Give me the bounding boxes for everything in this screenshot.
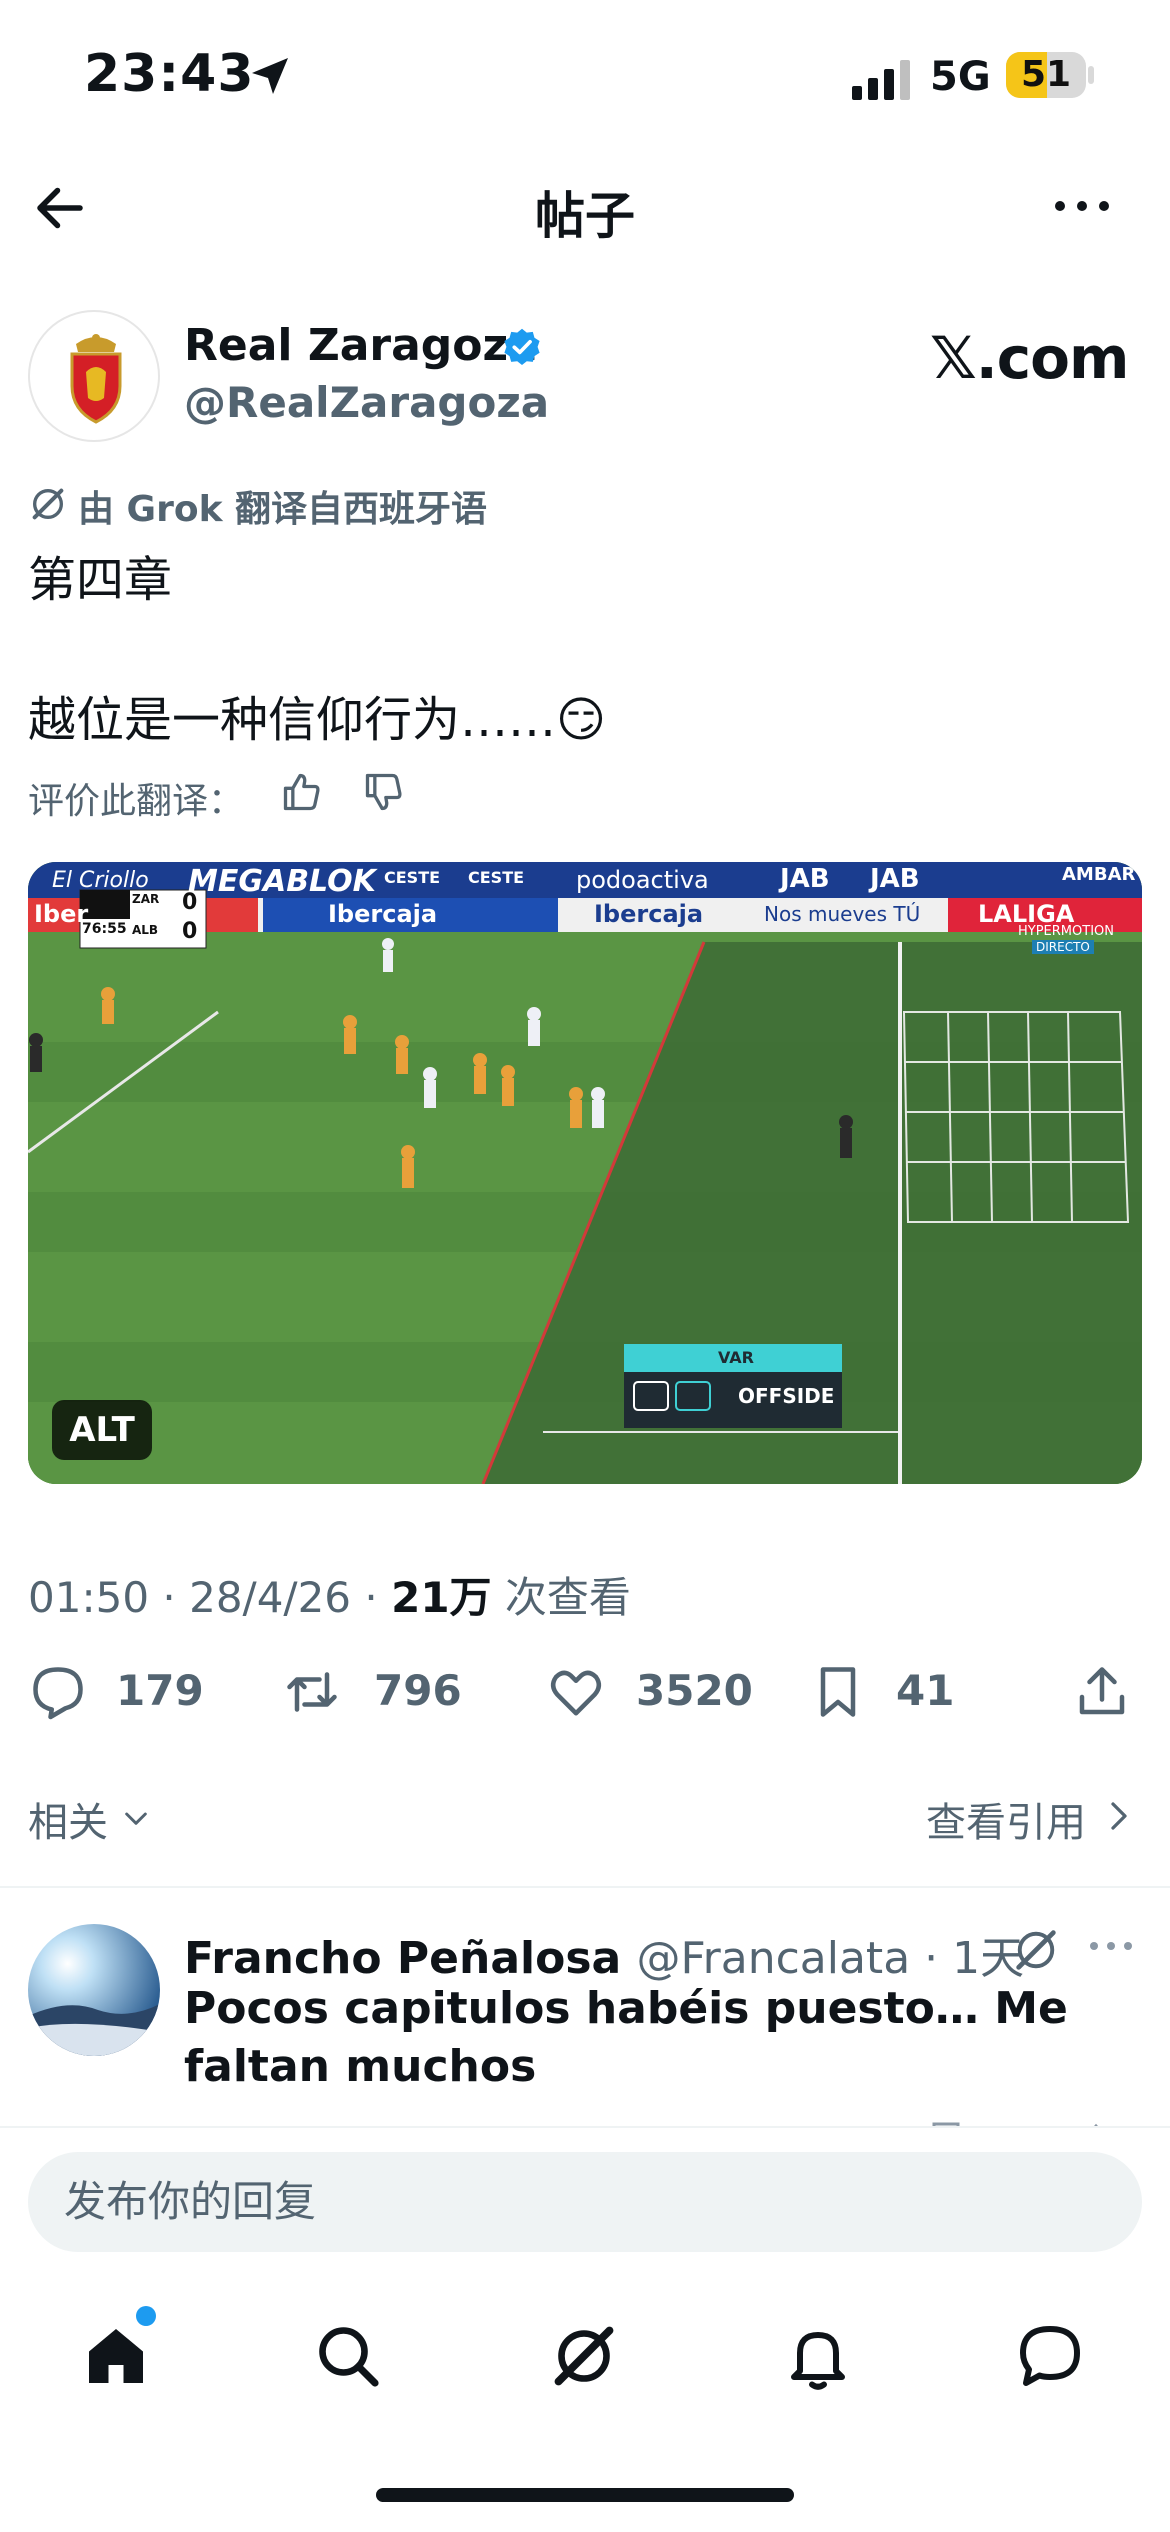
chevron-down-icon[interactable]: [120, 1802, 152, 1834]
bell-icon[interactable]: [782, 2320, 854, 2392]
battery-nub: [1088, 66, 1094, 84]
score-time: 76:55: [82, 921, 127, 937]
view-count: 21万: [391, 1573, 492, 1622]
var-title: VAR: [718, 1348, 754, 1367]
reply-avatar[interactable]: [28, 1924, 160, 2056]
score-away-team: ALB: [132, 923, 159, 937]
rate-translation-label: 评价此翻译：: [28, 781, 245, 822]
ad-board-6: JAB: [780, 864, 830, 894]
reply-more-icon[interactable]: [1088, 1938, 1134, 1954]
author-handle[interactable]: @RealZaragoza: [184, 378, 549, 427]
like-count: 3520: [636, 1666, 753, 1715]
score-away: 0: [182, 919, 198, 944]
reply-author-name[interactable]: Francho Peñalosa: [184, 1933, 621, 1984]
grok-icon[interactable]: [1010, 1924, 1062, 1976]
reply-input[interactable]: 发布你的回复: [28, 2152, 1142, 2252]
post-text-line-2: 越位是一种信仰行为……😏: [28, 692, 607, 748]
repost-count: 796: [374, 1666, 462, 1715]
grok-icon: [32, 488, 64, 520]
ad-board-lower-3: Ibercaja: [594, 900, 704, 928]
location-arrow-icon: [252, 58, 288, 94]
related-toggle[interactable]: 相关: [28, 1790, 108, 1848]
share-icon[interactable]: [1072, 1662, 1132, 1722]
club-crest-icon: [70, 334, 122, 424]
post-time: 01:50: [28, 1573, 150, 1622]
score-home: 0: [182, 890, 198, 915]
reply-count: 179: [116, 1666, 204, 1715]
view-suffix: 次查看: [504, 1573, 631, 1622]
grok-icon[interactable]: [548, 2320, 620, 2392]
ad-board-2: MEGABLOK: [188, 864, 376, 899]
x-com-label: 𝕏.com: [930, 324, 1129, 392]
verified-badge-icon: [504, 328, 540, 366]
translation-note[interactable]: 由 Grok 翻译自西班牙语: [78, 480, 487, 532]
ad-board-7: JAB: [870, 864, 920, 894]
post-image[interactable]: El Criollo MEGABLOK CESTE CESTE podoacti…: [28, 862, 1142, 1484]
bookmark-icon[interactable]: [808, 1662, 868, 1722]
thumbs-down-icon[interactable]: [362, 770, 406, 814]
post-meta: 01:50 · 28/4/26 · 21万 次查看: [28, 1573, 631, 1622]
home-indicator: [376, 2488, 794, 2502]
score-home-team: ZAR: [132, 892, 160, 906]
ad-board-lower-4: Nos mueves TÚ: [764, 902, 921, 926]
ad-board-3: CESTE: [384, 868, 441, 887]
network-type: 5G: [930, 54, 991, 100]
home-notification-dot: [136, 2306, 156, 2326]
search-icon[interactable]: [312, 2320, 384, 2392]
var-decision: OFFSIDE: [738, 1384, 835, 1408]
author-avatar[interactable]: [28, 310, 160, 442]
like-icon[interactable]: [546, 1662, 606, 1722]
author-name[interactable]: Real Zaragoza: [184, 320, 538, 371]
repost-icon[interactable]: [282, 1662, 342, 1722]
directo-label: DIRECTO: [1032, 940, 1094, 954]
thumbs-up-icon[interactable]: [280, 770, 324, 814]
reply-text: Pocos capitulos habéis puesto… Me faltan…: [184, 1983, 1068, 2092]
avatar-photo-icon: [28, 1924, 160, 2056]
chevron-right-icon[interactable]: [1104, 1798, 1134, 1834]
ad-board-8: AMBAR: [1062, 864, 1136, 885]
battery-level: 51: [1020, 54, 1072, 95]
post-date: 28/4/26: [189, 1573, 352, 1622]
reply-author-line: Francho Peñalosa @Francalata · 1天: [184, 1933, 1025, 1984]
ad-board-4: CESTE: [468, 868, 525, 887]
view-quotes-link[interactable]: 查看引用: [926, 1790, 1086, 1848]
ad-board-lower-1: Iber: [34, 900, 89, 928]
signal-icon: [852, 60, 910, 100]
more-options-icon[interactable]: [1052, 196, 1112, 216]
bookmark-count: 41: [896, 1666, 955, 1715]
ad-board-lower-2: Ibercaja: [328, 900, 438, 928]
ad-board-5: podoactiva: [576, 866, 709, 894]
reply-icon[interactable]: [28, 1662, 88, 1722]
page-title: 帖子: [535, 187, 635, 245]
var-offside-frame: [28, 862, 1142, 1484]
reply-author-handle[interactable]: @Francalata: [637, 1933, 911, 1984]
alt-badge[interactable]: ALT: [52, 1400, 152, 1460]
status-time: 23:43: [84, 44, 255, 104]
battery-indicator: 51: [1006, 52, 1086, 98]
ad-board-1: El Criollo: [52, 868, 149, 893]
messages-icon[interactable]: [1014, 2320, 1086, 2392]
post-text-line-1: 第四章: [28, 552, 173, 608]
section-divider: [0, 1886, 1170, 1888]
hypermotion-label: HYPERMOTION: [1018, 924, 1114, 939]
home-icon[interactable]: [80, 2320, 152, 2392]
